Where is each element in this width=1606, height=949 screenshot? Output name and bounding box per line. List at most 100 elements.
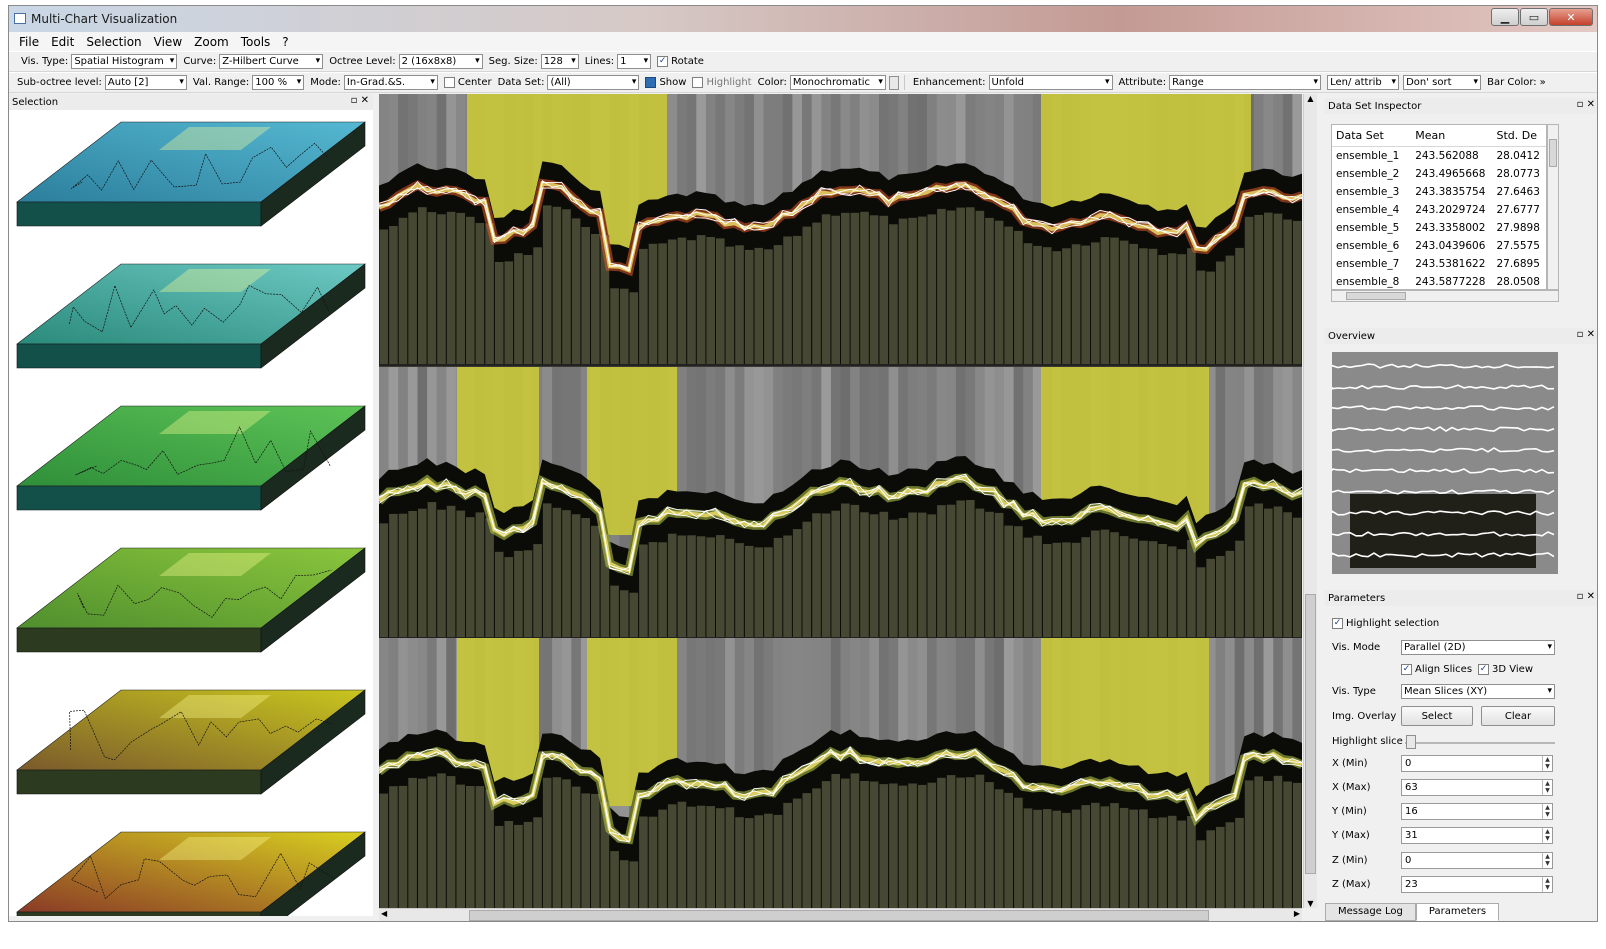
seg-size-combo[interactable]: 128 [540, 54, 579, 69]
highlight-slice-handle[interactable] [1406, 735, 1416, 749]
highlight-selection-checkbox[interactable]: ✓ [1332, 618, 1343, 629]
z-min-input[interactable]: 0 ▲ ▼ [1401, 852, 1553, 869]
tab-message-log[interactable]: Message Log [1325, 903, 1416, 921]
parameters-panel-buttons[interactable]: ▫ ✕ [1577, 591, 1595, 602]
color-slider-handle[interactable] [888, 75, 899, 90]
selection-panel-buttons[interactable]: ▫ ✕ [351, 95, 369, 106]
column-header-mean[interactable]: Mean [1411, 129, 1492, 142]
scroll-down-arrow-icon[interactable]: ▼ [1304, 899, 1317, 908]
histogram-bar [408, 212, 417, 365]
show-checkbox[interactable] [645, 77, 657, 88]
select-button[interactable]: Select [1401, 706, 1473, 726]
inspector-vertical-scrollbar[interactable] [1547, 124, 1559, 290]
param-vis-type-combo[interactable]: Mean Slices (XY) [1401, 684, 1555, 699]
histogram-bar [966, 207, 975, 365]
table-row[interactable]: ensemble_7 243.5381622 27.6895 [1332, 255, 1546, 273]
menu-edit[interactable]: Edit [45, 35, 80, 49]
menu-view[interactable]: View [148, 35, 188, 49]
table-row[interactable]: ensemble_8 243.5877228 28.0508 [1332, 273, 1546, 289]
center-checkbox[interactable] [443, 77, 455, 88]
y-max-spinner-icon[interactable]: ▲ ▼ [1542, 828, 1552, 843]
menu-selection[interactable]: Selection [80, 35, 147, 49]
scroll-right-arrow-icon[interactable]: ▶ [1294, 909, 1300, 918]
overview-panel-buttons[interactable]: ▫ ✕ [1577, 329, 1595, 340]
dataset-combo[interactable]: (All) [547, 75, 640, 90]
attribute-combo[interactable]: Range [1169, 75, 1322, 90]
toolbar-overflow-button[interactable]: » [1540, 77, 1546, 88]
chart-vertical-scrollbar[interactable]: ▲ ▼ [1303, 94, 1317, 908]
inspector-vertical-thumb[interactable] [1549, 139, 1557, 167]
column-header-stddev[interactable]: Std. De [1492, 129, 1546, 142]
histogram-bar [994, 789, 1004, 908]
x-min-spinner-icon[interactable]: ▲ ▼ [1542, 756, 1552, 771]
vertical-scroll-thumb[interactable] [1305, 594, 1316, 874]
curve-combo[interactable]: Z-Hilbert Curve [219, 54, 324, 69]
z-max-spinner-icon[interactable]: ▲ ▼ [1542, 877, 1552, 892]
x-max-spinner-icon[interactable]: ▲ ▼ [1542, 780, 1552, 795]
enhancement-combo[interactable]: Unfold [988, 75, 1113, 90]
lines-combo[interactable]: 1 [617, 54, 652, 69]
histogram-bar [1139, 540, 1148, 638]
y-min-spinner-icon[interactable]: ▲ ▼ [1542, 804, 1552, 819]
menu-file[interactable]: File [13, 35, 45, 49]
len-attrib-combo[interactable]: Len/ attrib [1327, 75, 1400, 90]
mode-combo[interactable]: In-Grad.&S. [343, 75, 438, 90]
clear-button[interactable]: Clear [1481, 706, 1555, 726]
histogram-bar [831, 774, 840, 908]
table-row[interactable]: ensemble_1 243.562088 28.0412 [1332, 147, 1546, 165]
menu-help[interactable]: ? [276, 35, 294, 49]
menu-tools[interactable]: Tools [235, 35, 277, 49]
inspector-panel-buttons[interactable]: ▫ ✕ [1577, 99, 1595, 110]
histogram-bar [985, 782, 994, 908]
val-range-combo[interactable]: 100 % [252, 75, 305, 90]
inspector-horizontal-scrollbar[interactable] [1331, 290, 1559, 302]
z-max-input[interactable]: 23 ▲ ▼ [1401, 876, 1553, 893]
table-row[interactable]: ensemble_2 243.4965668 28.0773 [1332, 165, 1546, 183]
sub-octree-combo[interactable]: Auto [2] [104, 75, 187, 90]
histogram-bar [629, 292, 639, 365]
histogram-bar [1091, 530, 1100, 638]
x-max-input[interactable]: 63 ▲ ▼ [1401, 779, 1553, 796]
table-row[interactable]: ensemble_5 243.3358002 27.9898 [1332, 219, 1546, 237]
color-combo[interactable]: Monochromatic [789, 75, 886, 90]
table-row[interactable]: ensemble_4 243.2029724 27.6777 [1332, 201, 1546, 219]
overview-canvas[interactable] [1332, 352, 1558, 574]
inspector-horizontal-thumb[interactable] [1346, 292, 1406, 300]
param-vis-type-label: Vis. Type [1332, 686, 1376, 697]
scroll-left-arrow-icon[interactable]: ◀ [381, 909, 387, 918]
z-min-spinner-icon[interactable]: ▲ ▼ [1542, 853, 1552, 868]
overview-minimap[interactable] [1332, 352, 1558, 574]
minimize-button[interactable]: ▁ [1491, 8, 1519, 26]
align-slices-checkbox[interactable]: ✓ [1401, 664, 1412, 675]
rotate-checkbox[interactable]: ✓ [657, 56, 669, 67]
highlight-checkbox[interactable] [692, 77, 704, 88]
slice-stack[interactable] [9, 110, 373, 921]
octree-combo[interactable]: 2 (16x8x8) [398, 54, 483, 69]
y-min-input[interactable]: 16 ▲ ▼ [1401, 803, 1553, 820]
histogram-canvas[interactable] [379, 94, 1302, 908]
horizontal-scroll-thumb[interactable] [469, 910, 1209, 921]
column-header-dataset[interactable]: Data Set [1332, 129, 1411, 142]
histogram-bar [514, 253, 523, 365]
histogram-bar [937, 505, 946, 638]
x-min-input[interactable]: 0 ▲ ▼ [1401, 755, 1553, 772]
curve-label: Curve: [183, 56, 217, 67]
histogram-bar [639, 248, 648, 365]
table-row[interactable]: ensemble_6 243.0439606 27.5575 [1332, 237, 1546, 255]
histogram-view[interactable] [379, 94, 1302, 908]
sort-combo[interactable]: Don' sort [1403, 75, 1482, 90]
scroll-up-arrow-icon[interactable]: ▲ [1304, 94, 1317, 103]
chart-horizontal-scrollbar[interactable]: ◀ ▶ [379, 908, 1302, 921]
menu-zoom[interactable]: Zoom [188, 35, 235, 49]
tab-parameters[interactable]: Parameters [1415, 903, 1500, 921]
vis-mode-combo[interactable]: Parallel (2D) [1401, 640, 1555, 655]
histogram-bar [658, 809, 667, 908]
close-button[interactable]: ✕ [1549, 8, 1593, 26]
slice-front-face [16, 343, 262, 369]
maximize-button[interactable]: ▭ [1520, 8, 1548, 26]
histogram-bar [1110, 237, 1119, 365]
table-row[interactable]: ensemble_3 243.3835754 27.6463 [1332, 183, 1546, 201]
vis-type-combo[interactable]: Spatial Histogram [71, 54, 178, 69]
view-3d-checkbox[interactable]: ✓ [1478, 664, 1490, 675]
y-max-input[interactable]: 31 ▲ ▼ [1401, 827, 1553, 844]
